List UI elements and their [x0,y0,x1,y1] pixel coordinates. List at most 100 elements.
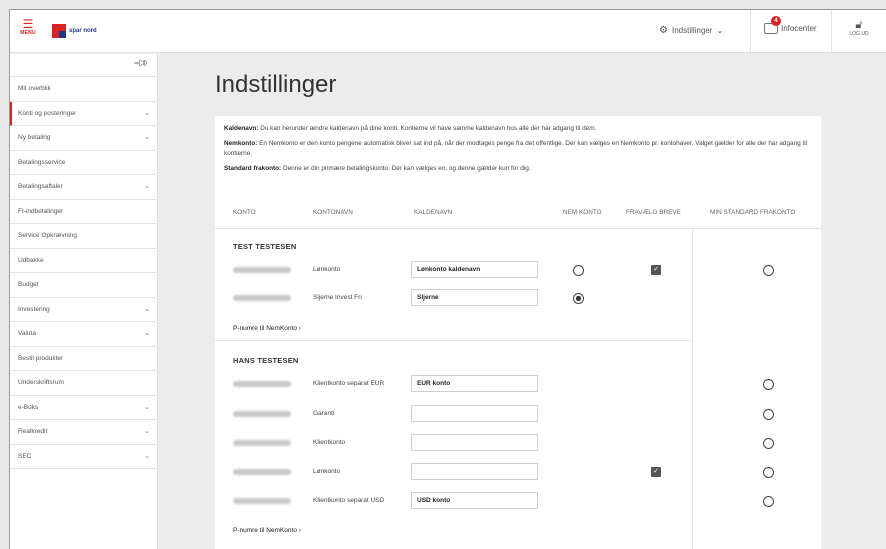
notification-badge: 4 [771,16,781,26]
lock-icon: 🔓︎ [855,19,863,31]
frakonto-radio[interactable] [763,379,774,390]
info-kaldenavn: Kaldenavn: Du kan herunder ændre kaldena… [224,125,597,132]
sidebar-item-label: Betalingsaftaler [18,183,63,190]
info-frakonto: Standard frakonto: Denne er din primære … [224,164,531,172]
account-number-redacted [233,498,291,504]
nemkonto-radio[interactable] [573,293,584,304]
sidebar: 📌︎ Mit overblik Konti og posteringer ⌄ Ny b… [10,54,158,549]
sidebar-item[interactable]: Betalingsservice [10,151,158,175]
settings-menu[interactable]: ⚙ Indstillinger ⌄ [659,25,723,36]
sidebar-item[interactable]: e-Boks ⌄ [10,396,158,420]
frakonto-radio[interactable] [763,265,774,276]
gear-icon: ⚙ [659,25,668,36]
sidebar-item-label: Budget [18,281,39,288]
app-window: ☰ MENU spar nord ⚙ Indstillinger ⌄ 4 Inf… [9,9,886,549]
fravaelg-checkbox[interactable]: ✓ [651,467,661,477]
account-number-redacted [233,440,291,446]
nemkonto-p-numbers-link[interactable]: P-numre til NemKonto › [233,325,301,332]
fravaelg-checkbox[interactable]: ✓ [651,265,661,275]
account-number-redacted [233,411,291,417]
logo-text: spar nord [69,28,97,34]
sidebar-item-label: Investering [18,305,50,313]
sidebar-item[interactable]: Service Opkrævning [10,224,158,249]
column-header-frakonto: MIN STANDARD FRAKONTO [710,209,796,216]
nemkonto-radio[interactable] [573,265,584,276]
infocenter-label: Infocenter [781,24,817,33]
group-divider [215,340,692,341]
sidebar-item[interactable]: Valuta ⌄ [10,322,158,347]
sidebar-item[interactable]: SEC ⌄ [10,445,158,469]
nickname-input[interactable]: EUR konto [411,375,538,392]
pin-icon[interactable]: 📌︎ [132,55,149,72]
sidebar-item-label: Udbakke [18,256,44,264]
menu-button[interactable]: ☰ MENU [16,18,40,36]
sidebar-item-label: Ny betaling [18,134,51,141]
frakonto-column [692,229,821,549]
inbox-icon: 4 [764,16,781,34]
sidebar-item-label: Mit overblik [18,85,51,92]
sidebar-item[interactable]: Betalingsaftaler ⌄ [10,175,158,200]
sidebar-item-label: Service Opkrævning [18,232,77,239]
sidebar-item-label: SEC [18,452,32,460]
topbar-divider [831,10,832,53]
column-header-fravaelg: FRAVÆLG BREVE [626,209,681,216]
nickname-input[interactable] [411,434,538,451]
sidebar-item-label: Betalingsservice [18,158,66,166]
account-holder-name: TEST TESTESEN [233,242,297,251]
frakonto-radio[interactable] [763,467,774,478]
frakonto-radio[interactable] [763,409,774,420]
sidebar-item-label: Valuta [18,330,36,337]
column-header-kaldenavn: KALDENAVN [414,209,453,216]
nickname-input[interactable]: Sljerne [411,289,538,306]
account-number-redacted [233,381,291,387]
sidebar-item[interactable]: Mit overblik [10,77,158,102]
settings-label: Indstillinger [671,26,713,35]
chevron-down-icon: ⌄ [144,134,150,141]
logout-button[interactable]: 🔓︎ LOG UD [844,19,874,37]
sidebar-nav: Mit overblik Konti og posteringer ⌄ Ny beta… [10,76,158,469]
infocenter-button[interactable]: 4 Infocenter [764,16,817,34]
account-number-redacted [233,295,291,301]
chevron-down-icon: ⌄ [144,183,150,190]
chevron-down-icon: ⌄ [144,428,150,435]
account-name: Klientkonto [313,439,346,446]
sidebar-item[interactable]: Bestil produkter [10,347,158,371]
account-holder-name: HANS TESTESEN [233,356,299,365]
chevron-down-icon: ⌄ [144,330,150,337]
nickname-input[interactable]: Lønkonto kaldenavn [411,261,538,278]
nemkonto-p-numbers-link[interactable]: P-numre til NemKonto › [233,527,301,534]
nickname-input[interactable] [411,405,538,422]
page-title: Indstillinger [215,71,337,98]
sidebar-item[interactable]: Investering ⌄ [10,298,158,322]
chevron-down-icon: ⌄ [144,109,150,117]
sidebar-item[interactable]: Ny betaling ⌄ [10,126,158,151]
logo-mark-icon [52,24,66,38]
chevron-down-icon: ⌄ [716,26,724,35]
account-name: Klientkonto separat EUR [313,380,385,387]
chevron-down-icon: ⌄ [144,403,150,411]
sidebar-item-label: Realkredit [18,428,48,435]
column-header-nemkonto: NEM KONTO [563,209,602,216]
sidebar-item-label: Konti og posteringer [18,109,77,117]
spar-nord-logo[interactable]: spar nord [52,24,97,38]
account-name: Garanti [313,410,335,417]
account-name: Lønkonto [313,468,341,475]
hamburger-icon: ☰ [22,17,34,31]
menu-label: MENU [20,30,36,36]
sidebar-item[interactable]: Realkredit ⌄ [10,420,158,445]
sidebar-item[interactable]: Budget [10,273,158,298]
account-name: Lønkonto [313,266,341,273]
nickname-input[interactable] [411,463,538,480]
chevron-down-icon: ⌄ [144,452,150,460]
frakonto-radio[interactable] [763,438,774,449]
nickname-input[interactable]: USD konto [411,492,538,509]
sidebar-item[interactable]: Underskriftsrum [10,371,158,396]
sidebar-item[interactable]: FI-indbetalinger [10,200,158,224]
account-number-redacted [233,469,291,475]
account-number-redacted [233,267,291,273]
sidebar-item[interactable]: Konti og posteringer ⌄ [10,101,158,126]
info-text: Kaldenavn: Du kan herunder ændre kaldena… [224,124,814,178]
sidebar-item[interactable]: Udbakke [10,249,158,273]
account-name: Sljerne Invest Fri [313,294,362,301]
frakonto-radio[interactable] [763,496,774,507]
